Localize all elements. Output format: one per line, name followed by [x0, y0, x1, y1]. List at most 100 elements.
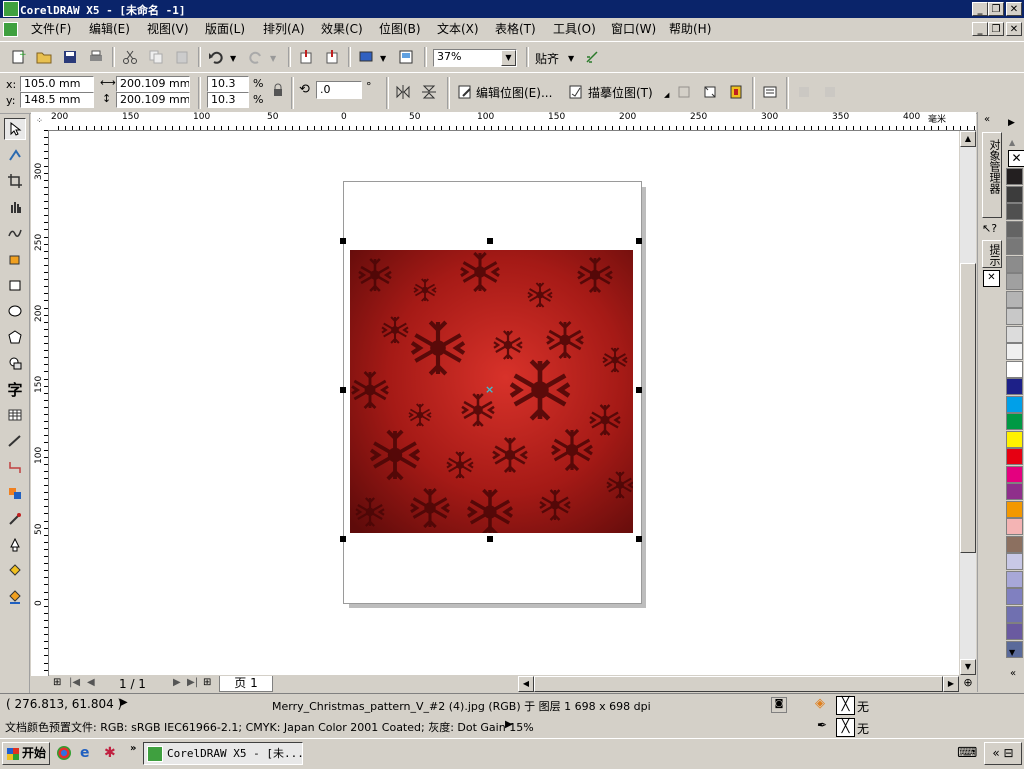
application-launcher-icon[interactable] [356, 47, 376, 67]
pick-tool-icon[interactable] [4, 118, 26, 140]
outline-tool-icon[interactable] [4, 534, 26, 556]
selection-handle[interactable] [636, 387, 642, 393]
color-swatch[interactable] [1006, 413, 1023, 430]
document-icon[interactable] [3, 22, 18, 37]
chrome-quicklaunch-icon[interactable] [57, 746, 71, 760]
zoom-level-select[interactable]: 37% ▼ [433, 49, 517, 67]
scale-x-field[interactable]: 10.3 [207, 76, 249, 92]
app-quicklaunch-icon[interactable]: ✱ [104, 745, 116, 761]
horizontal-scrollbar[interactable]: ◀ ▶ [518, 676, 959, 692]
text-tool-icon[interactable]: 字 [4, 378, 26, 400]
edit-bitmap-icon[interactable] [455, 82, 475, 102]
color-swatch[interactable] [1006, 570, 1023, 588]
freehand-tool-icon[interactable] [4, 222, 26, 244]
palette-scroll-up-icon[interactable]: ▶ [1008, 118, 1015, 128]
polygon-tool-icon[interactable] [4, 326, 26, 348]
basic-shapes-tool-icon[interactable] [4, 352, 26, 374]
mirror-vertical-icon[interactable] [419, 82, 439, 102]
palette-up-icon[interactable]: ▲ [1009, 138, 1015, 147]
scroll-left-icon[interactable]: ◀ [518, 676, 534, 692]
color-swatch[interactable] [1006, 430, 1023, 448]
welcome-screen-icon[interactable] [396, 47, 416, 67]
resample-icon[interactable] [700, 82, 720, 102]
vertical-scrollbar[interactable]: ▲ ▼ [960, 131, 976, 675]
vertical-scroll-thumb[interactable] [960, 263, 976, 553]
blend-tool-icon[interactable] [4, 482, 26, 504]
document-color-profile[interactable]: 文档颜色预置文件: RGB: sRGB IEC61966-2.1; CMYK: … [5, 719, 534, 735]
keyboard-tray-icon[interactable]: ⌨ [957, 745, 977, 761]
color-swatch[interactable] [1006, 483, 1023, 500]
next-page-icon[interactable]: ▶ [173, 677, 181, 688]
x-position-field[interactable]: 105.0 mm [20, 76, 94, 92]
y-position-field[interactable]: 148.5 mm [20, 92, 94, 108]
menu-layout[interactable]: 版面(L) [202, 21, 248, 38]
crop-bitmap-icon[interactable] [674, 82, 694, 102]
crop-tool-icon[interactable] [4, 170, 26, 192]
outline-none-swatch[interactable]: ╳ [836, 718, 855, 737]
color-swatch[interactable] [1006, 465, 1023, 483]
no-color-swatch[interactable]: ✕ [1008, 150, 1024, 167]
menu-view[interactable]: 视图(V) [144, 21, 192, 38]
color-swatch[interactable] [1006, 395, 1023, 413]
color-swatch[interactable] [1006, 273, 1023, 290]
copy-icon[interactable] [146, 47, 166, 67]
close-docker-icon[interactable]: ✕ [983, 270, 1000, 287]
trace-bitmap-button[interactable]: 描摹位图(T) [588, 84, 653, 101]
menu-file[interactable]: 文件(F) [28, 21, 74, 38]
color-swatch[interactable] [1006, 203, 1023, 220]
doc-minimize-button[interactable]: _ [972, 22, 988, 36]
zoom-dropdown-icon[interactable]: ▼ [501, 50, 516, 66]
redo-icon[interactable] [246, 47, 266, 67]
first-page-icon[interactable]: |◀ [69, 677, 80, 688]
selection-handle[interactable] [340, 387, 346, 393]
to-back-icon[interactable] [820, 82, 840, 102]
tray-expand-icon[interactable]: « ⊟ [984, 742, 1022, 765]
connector-tool-icon[interactable] [4, 456, 26, 478]
doc-restore-button[interactable]: ❐ [988, 22, 1004, 36]
shape-tool-icon[interactable] [4, 144, 26, 166]
selection-handle[interactable] [636, 536, 642, 542]
taskbar-coreldraw-button[interactable]: CorelDRAW X5 - [未... [143, 742, 303, 765]
fill-tool-icon[interactable] [4, 560, 26, 582]
lock-ratio-icon[interactable] [272, 83, 284, 100]
print-icon[interactable] [86, 47, 106, 67]
zoom-navigator-icon[interactable]: ⊕ [960, 676, 976, 692]
table-tool-icon[interactable] [4, 404, 26, 426]
color-swatch[interactable] [1006, 360, 1023, 378]
selection-handle[interactable] [487, 238, 493, 244]
doc-close-button[interactable]: ✕ [1006, 22, 1022, 36]
import-icon[interactable] [296, 47, 316, 67]
pan-tool-icon[interactable] [4, 196, 26, 218]
smart-fill-tool-icon[interactable] [4, 248, 26, 270]
eyedropper-tool-icon[interactable] [4, 508, 26, 530]
menu-bitmaps[interactable]: 位图(B) [376, 21, 424, 38]
color-swatch[interactable] [1006, 623, 1023, 640]
edit-bitmap-button[interactable]: 编辑位图(E)... [476, 84, 552, 101]
menu-window[interactable]: 窗口(W) [608, 21, 659, 38]
menu-edit[interactable]: 编辑(E) [86, 21, 133, 38]
color-swatch[interactable] [1006, 308, 1023, 325]
previous-page-icon[interactable]: ◀ [87, 677, 95, 688]
rectangle-tool-icon[interactable] [4, 274, 26, 296]
drawing-canvas[interactable]: × [49, 131, 959, 675]
color-swatch[interactable] [1006, 588, 1023, 605]
vertical-ruler[interactable]: 300 250 200 150 100 50 0 [31, 130, 49, 676]
options-icon[interactable] [582, 47, 602, 67]
undo-dropdown-icon[interactable]: ▼ [230, 54, 236, 63]
bitmap-color-mask-icon[interactable] [726, 82, 746, 102]
trace-bitmap-icon[interactable] [566, 82, 586, 102]
color-swatch[interactable] [1006, 378, 1023, 395]
color-swatch[interactable] [1006, 605, 1023, 623]
selection-handle[interactable] [487, 536, 493, 542]
width-field[interactable]: 200.109 mm [116, 76, 190, 92]
undo-icon[interactable] [206, 47, 226, 67]
status-expand-icon[interactable]: ▶ [120, 697, 128, 708]
scroll-right-icon[interactable]: ▶ [943, 676, 959, 692]
save-icon[interactable] [60, 47, 80, 67]
ellipse-tool-icon[interactable] [4, 300, 26, 322]
height-field[interactable]: 200.109 mm [116, 92, 190, 108]
hints-icon[interactable]: ↖? [982, 222, 997, 235]
color-swatch[interactable] [1006, 343, 1023, 360]
color-swatch[interactable] [1006, 220, 1023, 238]
menu-effects[interactable]: 效果(C) [318, 21, 366, 38]
